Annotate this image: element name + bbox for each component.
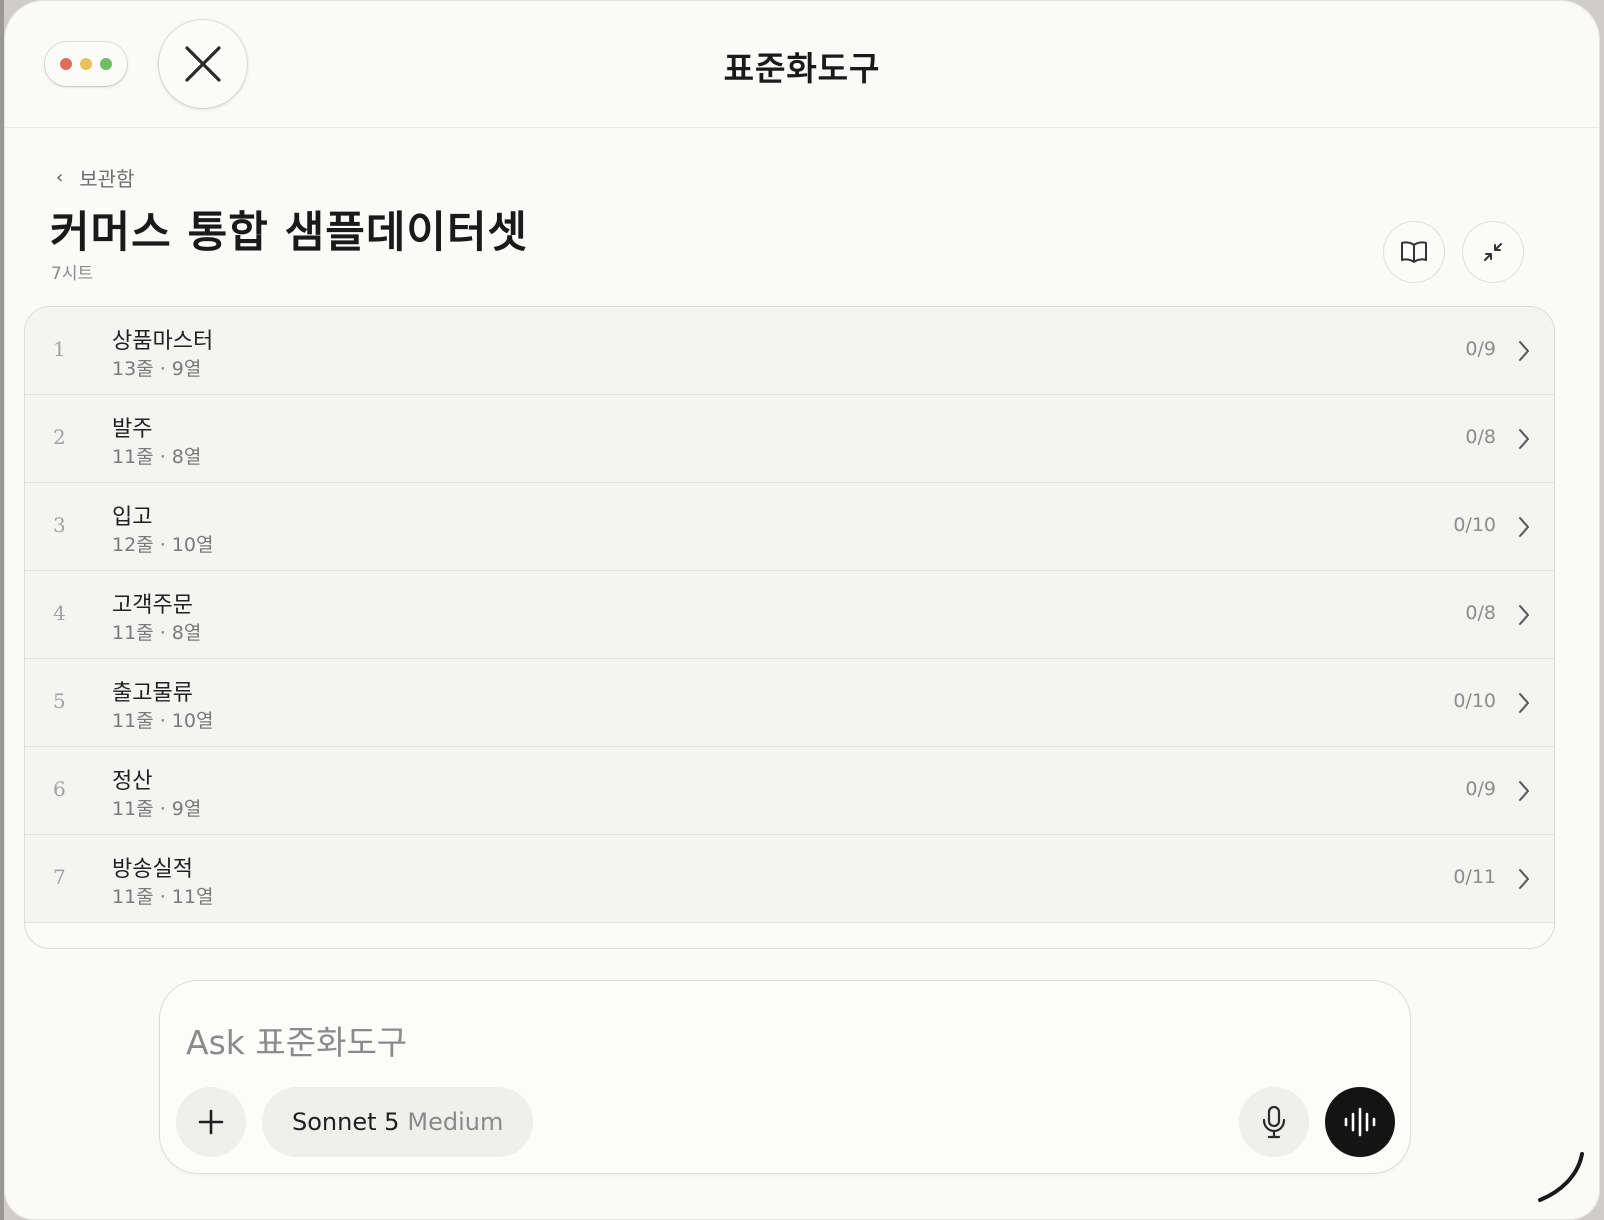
collapse-icon: [1484, 243, 1502, 261]
sheet-meta: 13줄 · 9열: [112, 358, 202, 380]
composer-input[interactable]: Ask 표준화도구: [186, 1016, 407, 1064]
sheet-row[interactable]: 5 출고물류 11줄 · 10열 0/10: [25, 659, 1554, 747]
sheet-count: 7시트: [51, 264, 94, 284]
sheet-index: 4: [53, 601, 66, 625]
sheet-progress: 0/10: [1453, 514, 1496, 536]
back-label: 보관함: [79, 167, 135, 191]
sheet-meta: 11줄 · 10열: [112, 710, 214, 732]
sheet-meta: 11줄 · 8열: [112, 622, 202, 644]
collapse-button[interactable]: [1463, 222, 1523, 282]
sheet-index: 1: [53, 337, 66, 361]
chevron-left-icon: ‹: [56, 167, 64, 188]
sheet-row[interactable]: 6 정산 11줄 · 9열 0/9: [25, 747, 1554, 835]
sheet-name: 상품마스터: [112, 329, 214, 354]
back-link[interactable]: ‹ 보관함: [56, 163, 134, 192]
sheet-name: 방송실적: [112, 857, 193, 882]
sheet-row[interactable]: 2 발주 11줄 · 8열 0/8: [25, 395, 1554, 483]
sheet-index: 5: [53, 689, 66, 713]
sheet-progress: 0/8: [1465, 426, 1496, 448]
sheet-progress: 0/9: [1465, 338, 1496, 360]
sheet-progress: 0/10: [1453, 690, 1496, 712]
sheet-index: 2: [53, 425, 66, 449]
app-title: 표준화도구: [723, 49, 881, 88]
book-button[interactable]: [1384, 222, 1444, 282]
chevron-right-icon: [1519, 781, 1529, 801]
sheet-meta: 11줄 · 9열: [112, 798, 202, 820]
book-icon: [1401, 241, 1427, 263]
chat-composer[interactable]: Ask 표준화도구 Sonnet 5 Medium: [160, 981, 1410, 1173]
sheet-name: 발주: [112, 417, 153, 442]
sheet-index: 7: [53, 865, 66, 889]
sheet-index: 3: [53, 513, 66, 537]
chevron-right-icon: [1519, 869, 1529, 889]
model-selector[interactable]: Sonnet 5 Medium: [262, 1087, 534, 1157]
plus-icon: [198, 1109, 224, 1135]
voice-wave-icon: [1344, 1107, 1376, 1137]
chevron-right-icon: [1519, 693, 1529, 713]
voice-mode-button[interactable]: [1325, 1087, 1395, 1157]
sheet-row[interactable]: 3 입고 12줄 · 10열 0/10: [25, 483, 1554, 571]
sheet-progress: 0/11: [1453, 866, 1496, 888]
sheet-meta: 11줄 · 8열: [112, 446, 202, 468]
resize-handle-icon[interactable]: [1530, 1148, 1590, 1208]
microphone-button[interactable]: [1239, 1087, 1309, 1157]
sheet-meta: 11줄 · 11열: [112, 886, 214, 908]
sheet-row[interactable]: 4 고객주문 11줄 · 8열 0/8: [25, 571, 1554, 659]
chevron-right-icon: [1519, 517, 1529, 537]
page-title: 커머스 통합 샘플데이터셋: [50, 208, 529, 258]
add-attachment-button[interactable]: [176, 1087, 246, 1157]
model-name: Sonnet 5: [292, 1108, 400, 1136]
sheet-list: 1 상품마스터 13줄 · 9열 0/9 2 발주 11줄 · 8열 0/8 3…: [24, 306, 1555, 949]
sheet-row[interactable]: 7 방송실적 11줄 · 11열 0/11: [25, 835, 1554, 923]
title-bar: 표준화도구: [4, 0, 1600, 128]
app-window: 표준화도구 ‹ 보관함 커머스 통합 샘플데이터셋 7시트 1 상품마스터 13…: [4, 0, 1600, 1220]
sheet-name: 고객주문: [112, 593, 193, 618]
sheet-row[interactable]: 1 상품마스터 13줄 · 9열 0/9: [25, 307, 1554, 395]
chevron-right-icon: [1519, 429, 1529, 449]
sheet-progress: 0/9: [1465, 778, 1496, 800]
sheet-index: 6: [53, 777, 66, 801]
microphone-icon: [1262, 1105, 1286, 1139]
sheet-name: 입고: [112, 505, 153, 530]
sheet-progress: 0/8: [1465, 602, 1496, 624]
model-mode: Medium: [407, 1108, 504, 1136]
sheet-meta: 12줄 · 10열: [112, 534, 214, 556]
chevron-right-icon: [1519, 605, 1529, 625]
chevron-right-icon: [1519, 341, 1529, 361]
sheet-name: 정산: [112, 769, 153, 794]
sheet-name: 출고물류: [112, 681, 193, 706]
